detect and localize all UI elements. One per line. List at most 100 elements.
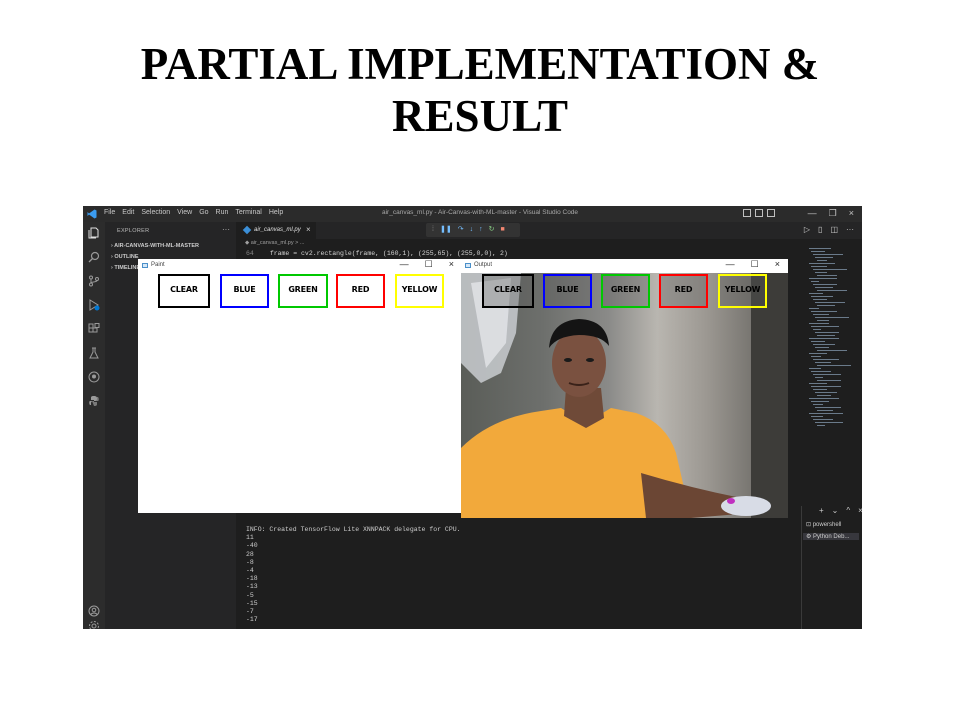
close-icon[interactable]: ×	[849, 208, 854, 219]
run-file-icon[interactable]: ▷	[804, 225, 810, 234]
close-panel-icon[interactable]: ×	[858, 506, 862, 515]
paint-window-controls: — ☐ ×	[400, 259, 454, 270]
minimap-line	[813, 359, 839, 360]
tab-close-icon[interactable]: ×	[306, 225, 311, 234]
sidebar-item-outline[interactable]: › OUTLINE	[111, 254, 139, 260]
tab-air-canvas-ml[interactable]: air_canvas_ml.py ×	[236, 222, 316, 239]
close-icon[interactable]: ×	[775, 259, 780, 270]
source-control-icon[interactable]	[88, 275, 100, 287]
menu-help[interactable]: Help	[269, 209, 283, 216]
menu-bar: File Edit Selection View Go Run Terminal…	[104, 209, 283, 216]
terminal-dropdown-icon[interactable]: ⌄	[832, 506, 839, 515]
output-window-title: Output	[474, 262, 493, 268]
minimize-icon[interactable]: —	[726, 259, 735, 270]
testing-icon[interactable]	[88, 347, 100, 359]
color-button-blue[interactable]: BLUE	[220, 274, 269, 308]
minimap-line	[809, 278, 837, 279]
menu-selection[interactable]: Selection	[141, 209, 170, 216]
account-icon[interactable]	[88, 605, 100, 617]
minimize-icon[interactable]: —	[808, 208, 817, 219]
drag-handle-icon[interactable]: ⁞	[432, 226, 434, 234]
editor-actions: ▷ ▯ ◫ ···	[804, 225, 854, 234]
output-color-buttons: CLEAR BLUE GREEN RED YELLOW	[461, 274, 788, 314]
menu-view[interactable]: View	[177, 209, 192, 216]
layout-icon[interactable]: ◫	[830, 225, 838, 234]
terminal-session-powershell[interactable]: ⊡ powershell	[806, 521, 841, 528]
menu-terminal[interactable]: Terminal	[235, 209, 261, 216]
sidebar-item-timeline[interactable]: › TIMELINE	[111, 265, 140, 271]
breadcrumb[interactable]: ◆ air_canvas_ml.py > ...	[245, 240, 304, 246]
minimap-line	[817, 410, 833, 411]
terminal-line: -15	[246, 599, 258, 607]
step-into-icon[interactable]: ↓	[470, 226, 474, 234]
minimap-line	[815, 317, 849, 318]
minimap-line	[813, 299, 827, 300]
color-button-clear[interactable]: CLEAR	[158, 274, 210, 308]
minimap-line	[809, 293, 823, 294]
minimap-line	[817, 365, 851, 366]
run-debug-icon[interactable]	[88, 299, 100, 311]
explorer-more-button[interactable]: ···	[222, 225, 230, 234]
minimap-line	[813, 254, 843, 255]
restart-icon[interactable]: ↻	[489, 226, 495, 234]
terminal-session-python[interactable]: ⚙ Python Deb...	[803, 533, 859, 540]
maximize-icon[interactable]: ❐	[829, 208, 837, 219]
new-terminal-icon[interactable]: +	[819, 506, 824, 515]
extensions-icon[interactable]	[88, 323, 100, 335]
toggle-secondary-sidebar-icon[interactable]	[767, 209, 775, 217]
step-out-icon[interactable]: ↑	[479, 226, 483, 234]
menu-edit[interactable]: Edit	[122, 209, 134, 216]
window-app-icon	[465, 263, 471, 268]
toggle-sidebar-icon[interactable]	[743, 209, 751, 217]
breadcrumb-path: air_canvas_ml.py > ...	[250, 240, 305, 246]
minimap-line	[811, 356, 821, 357]
color-button-clear[interactable]: CLEAR	[482, 274, 534, 308]
menu-go[interactable]: Go	[199, 209, 208, 216]
minimap-line	[815, 302, 845, 303]
minimap-line	[811, 296, 833, 297]
minimize-icon[interactable]: —	[400, 259, 409, 270]
toggle-panel-icon[interactable]	[755, 209, 763, 217]
terminal-output[interactable]: INFO: Created TensorFlow Lite XNNPACK de…	[246, 526, 461, 624]
minimap-line	[811, 401, 829, 402]
code-line[interactable]: 64 frame = cv2.rectangle(frame, (160,1), …	[246, 250, 508, 257]
minimap-line	[817, 305, 835, 306]
color-button-red[interactable]: RED	[336, 274, 385, 308]
minimap-line	[817, 380, 841, 381]
search-icon[interactable]	[88, 251, 100, 263]
menu-run[interactable]: Run	[216, 209, 229, 216]
minimap-line	[815, 332, 839, 333]
color-button-green[interactable]: GREEN	[601, 274, 650, 308]
python-icon[interactable]	[88, 395, 100, 407]
explorer-icon[interactable]	[88, 227, 100, 239]
slide-title-line1: PARTIAL IMPLEMENTATION &	[140, 39, 820, 89]
close-icon[interactable]: ×	[449, 259, 454, 270]
minimap-line	[809, 398, 839, 399]
maximize-icon[interactable]: ☐	[425, 259, 433, 270]
maximize-panel-icon[interactable]: ^	[846, 506, 850, 515]
sidebar-item-project[interactable]: › AIR-CANVAS-WITH-ML-MASTER	[111, 243, 199, 249]
github-icon[interactable]	[88, 371, 100, 383]
paint-titlebar: Paint — ☐ ×	[138, 259, 462, 273]
color-button-yellow[interactable]: YELLOW	[395, 274, 444, 308]
color-button-yellow[interactable]: YELLOW	[718, 274, 767, 308]
split-editor-icon[interactable]: ▯	[818, 225, 822, 234]
minimap-line	[811, 371, 831, 372]
more-actions-icon[interactable]: ···	[846, 225, 854, 234]
paint-window: Paint — ☐ × CLEAR BLUE GREEN RED YELLOW	[138, 259, 462, 513]
terminal-line: 11	[246, 534, 254, 542]
settings-gear-icon[interactable]	[88, 620, 100, 629]
menu-file[interactable]: File	[104, 209, 115, 216]
color-button-red[interactable]: RED	[659, 274, 708, 308]
terminal-line: -40	[246, 542, 258, 550]
color-button-blue[interactable]: BLUE	[543, 274, 592, 308]
step-over-icon[interactable]: ↷	[458, 226, 464, 234]
stop-icon[interactable]: ■	[500, 226, 504, 234]
maximize-icon[interactable]: ☐	[751, 259, 759, 270]
minimap[interactable]	[809, 248, 851, 448]
minimap-line	[815, 287, 833, 288]
line-number: 64	[246, 250, 254, 257]
minimap-line	[811, 341, 825, 342]
color-button-green[interactable]: GREEN	[278, 274, 328, 308]
pause-icon[interactable]: ❚❚	[440, 226, 452, 234]
